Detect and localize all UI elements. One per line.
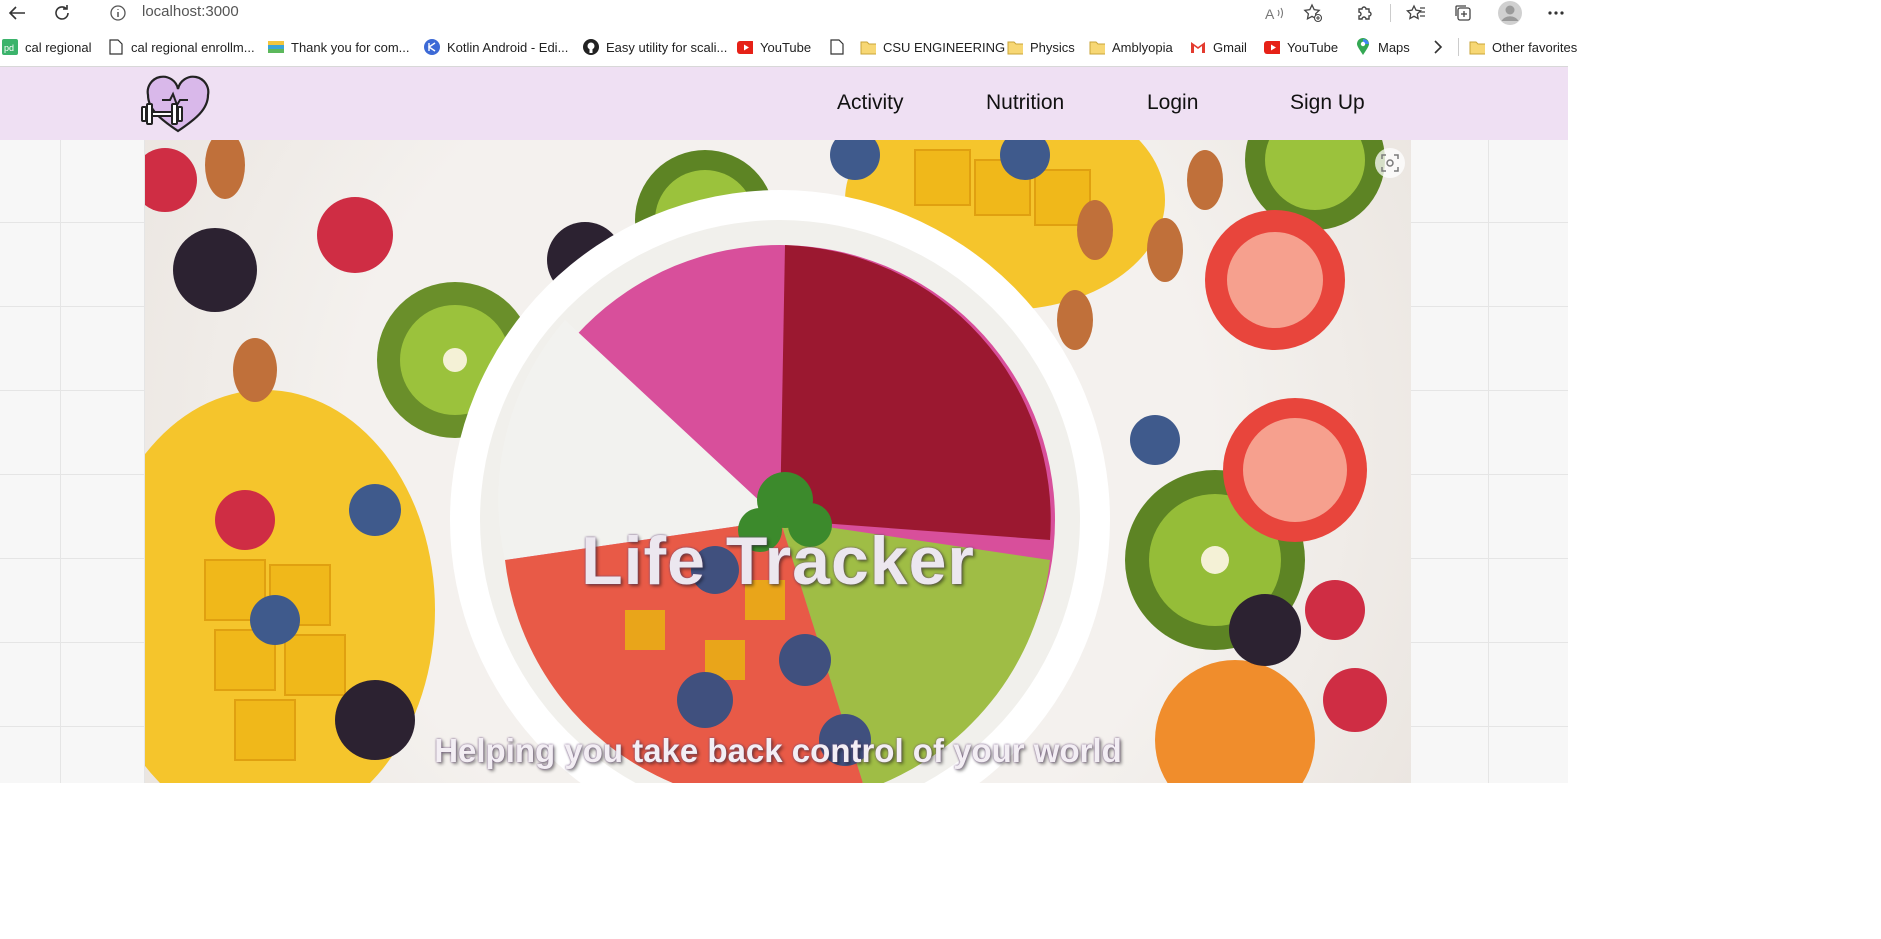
bookmark-item[interactable] bbox=[829, 34, 852, 60]
favorites-icon[interactable] bbox=[1405, 0, 1427, 26]
bookmark-label: cal regional bbox=[25, 39, 92, 55]
bookmark-folder[interactable]: Other favorites bbox=[1469, 34, 1577, 60]
nav-signup-link[interactable]: Sign Up bbox=[1290, 91, 1365, 115]
bookmark-label: YouTube bbox=[1287, 39, 1339, 55]
nav-login-link[interactable]: Login bbox=[1147, 91, 1198, 115]
address-bar[interactable]: localhost:3000 bbox=[142, 3, 239, 20]
browser-toolbar: localhost:3000 A bbox=[0, 0, 1568, 28]
nav-activity-link[interactable]: Activity bbox=[837, 91, 904, 115]
folder-icon bbox=[860, 39, 876, 55]
bookmark-label: CSU ENGINEERING bbox=[883, 39, 1006, 55]
profile-avatar-icon[interactable] bbox=[1497, 0, 1523, 26]
read-aloud-icon[interactable]: A bbox=[1264, 0, 1286, 26]
bookmark-folder[interactable]: Physics bbox=[1007, 34, 1075, 60]
bookmark-label: Physics bbox=[1030, 39, 1075, 55]
stripe-icon bbox=[268, 39, 284, 55]
youtube-icon bbox=[737, 39, 753, 55]
bookmark-folder[interactable]: CSU ENGINEERING bbox=[860, 34, 1005, 60]
collections-icon[interactable] bbox=[1452, 0, 1474, 26]
visual-search-icon[interactable] bbox=[1375, 148, 1405, 178]
pd-app-icon: pd bbox=[2, 39, 18, 55]
more-bookmarks-chevron-icon[interactable] bbox=[1433, 34, 1443, 60]
bookmark-item[interactable]: Easy utility for scali... bbox=[583, 34, 727, 60]
more-options-icon[interactable] bbox=[1545, 0, 1567, 26]
bookmark-item[interactable]: Gmail bbox=[1190, 34, 1247, 60]
back-arrow-icon[interactable] bbox=[6, 0, 28, 26]
folder-icon bbox=[1089, 39, 1105, 55]
bookmark-label: Amblyopia bbox=[1112, 39, 1173, 55]
svg-text:pd: pd bbox=[4, 43, 14, 53]
hero-banner: Life Tracker Helping you take back contr… bbox=[145, 140, 1411, 783]
kotlin-icon bbox=[424, 39, 440, 55]
bookmarks-separator bbox=[1458, 34, 1459, 60]
bookmark-item[interactable]: YouTube bbox=[1264, 34, 1338, 60]
nav-nutrition-link[interactable]: Nutrition bbox=[986, 91, 1064, 115]
page-icon bbox=[829, 39, 845, 55]
bookmark-item[interactable]: Maps bbox=[1355, 34, 1410, 60]
github-icon bbox=[583, 39, 599, 55]
bookmark-item[interactable]: pd cal regional bbox=[2, 34, 92, 60]
svg-text:A: A bbox=[1265, 6, 1275, 21]
bookmark-label: Other favorites bbox=[1492, 39, 1578, 55]
bookmark-item[interactable]: Kotlin Android - Edi... bbox=[424, 34, 568, 60]
bookmark-item[interactable]: YouTube bbox=[737, 34, 811, 60]
extensions-icon[interactable] bbox=[1354, 0, 1376, 26]
bookmark-item[interactable]: Thank you for com... bbox=[268, 34, 410, 60]
bookmark-label: Thank you for com... bbox=[291, 39, 410, 55]
page-icon bbox=[108, 39, 124, 55]
fruit-bowl-image bbox=[145, 140, 1387, 783]
bookmark-label: Maps bbox=[1378, 39, 1410, 55]
bookmark-label: cal regional enrollm... bbox=[131, 39, 255, 55]
add-favorite-icon[interactable] bbox=[1302, 0, 1324, 26]
bookmark-label: YouTube bbox=[760, 39, 812, 55]
toolbar-separator bbox=[1389, 0, 1391, 26]
gmail-icon bbox=[1190, 39, 1206, 55]
youtube-icon bbox=[1264, 39, 1280, 55]
bookmark-label: Easy utility for scali... bbox=[606, 39, 728, 55]
bookmark-item[interactable]: cal regional enrollm... bbox=[108, 34, 255, 60]
site-info-icon[interactable] bbox=[108, 0, 128, 26]
bookmarks-bar: pd cal regional cal regional enrollm... … bbox=[0, 34, 1577, 60]
bookmark-label: Kotlin Android - Edi... bbox=[447, 39, 569, 55]
folder-icon bbox=[1469, 39, 1485, 55]
hero-subtitle: Helping you take back control of your wo… bbox=[434, 732, 1122, 769]
maps-icon bbox=[1355, 38, 1371, 55]
heart-dumbbell-logo-icon[interactable] bbox=[140, 75, 210, 135]
navbar: Activity Nutrition Login Sign Up bbox=[0, 67, 1568, 140]
bookmark-folder[interactable]: Amblyopia bbox=[1089, 34, 1173, 60]
reload-icon[interactable] bbox=[51, 0, 73, 26]
hero-title: Life Tracker bbox=[581, 523, 975, 599]
folder-icon bbox=[1007, 39, 1023, 55]
bookmark-label: Gmail bbox=[1213, 39, 1247, 55]
page-viewport: Activity Nutrition Login Sign Up Life Tr… bbox=[0, 67, 1568, 783]
